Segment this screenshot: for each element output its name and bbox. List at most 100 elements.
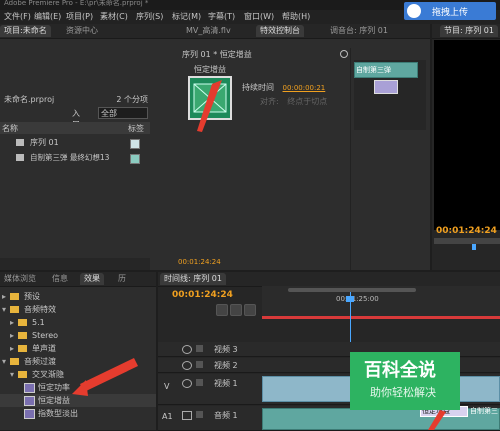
align-label: 对齐: <box>260 97 279 106</box>
tree-item-audio-effects[interactable]: ▾ 音频特效 <box>0 303 156 316</box>
collapse-icon[interactable] <box>340 50 348 58</box>
tab-history[interactable]: 历 <box>114 273 130 285</box>
tree-label: 指数型淡出 <box>38 409 78 418</box>
eye-icon[interactable] <box>182 345 192 354</box>
program-playhead-icon[interactable] <box>472 244 476 250</box>
app-title: Adobe Premiere Pro - E:\pr\未命名.prproj * <box>4 0 149 7</box>
watermark-title: 百科全说 <box>364 360 436 381</box>
folder-icon <box>18 332 27 339</box>
watermark: 百科全说 助你轻松解决 <box>350 352 460 410</box>
effect-mini-timeline: 自制第三弹 <box>354 60 426 130</box>
project-item[interactable]: 序列 01 <box>0 136 150 150</box>
col-name[interactable]: 名称 <box>2 123 18 134</box>
audio-transition-icon <box>24 383 35 393</box>
expand-arrow-icon: ▸ <box>10 331 15 340</box>
tab-program[interactable]: 节目: 序列 01 <box>440 25 498 37</box>
tab-info[interactable]: 信息 <box>48 273 72 285</box>
tree-item-constant-power[interactable]: 恒定功率 <box>0 381 156 394</box>
tree-item-presets[interactable]: ▸ 预设 <box>0 290 156 303</box>
project-tabbar: 项目:未命名 资源中心 <box>0 24 150 39</box>
watermark-subtitle: 助你轻松解决 <box>370 386 436 399</box>
work-area-bar[interactable] <box>262 316 500 319</box>
ruler-time-label: 00:01:25:00 <box>336 295 379 303</box>
transition-thumbnail[interactable] <box>188 76 232 120</box>
menu-project[interactable]: 项目(P) <box>66 11 93 22</box>
speaker-icon[interactable] <box>182 411 192 420</box>
mini-clip[interactable]: 自制第三弹 <box>354 62 418 78</box>
menu-edit[interactable]: 编辑(E) <box>34 11 61 22</box>
effects-tabbar: 媒体浏览 信息 效果 历 <box>0 272 156 287</box>
video-file-icon <box>16 154 24 161</box>
folder-icon <box>10 358 19 365</box>
effects-tree: ▸ 预设 ▾ 音频特效 ▸ 5.1 ▸ Stereo ▸ 单声道 ▾ 音频过渡 <box>0 290 156 430</box>
time-ruler[interactable]: 00:01:25:00 <box>262 286 500 319</box>
tab-source-clip[interactable]: MV_高清.flv <box>182 25 235 37</box>
menu-title[interactable]: 字幕(T) <box>208 11 235 22</box>
effect-bottom-timecode[interactable]: 00:01:24:24 <box>178 258 221 266</box>
marker-button[interactable] <box>230 304 242 316</box>
zoom-bar[interactable] <box>288 288 416 292</box>
lock-icon[interactable] <box>196 361 203 368</box>
tree-item-exponential-fade[interactable]: 指数型淡出 <box>0 407 156 420</box>
expand-arrow-icon: ▸ <box>10 344 15 353</box>
tab-audio-mixer[interactable]: 调音台: 序列 01 <box>326 25 392 37</box>
mini-transition-block[interactable] <box>374 80 398 94</box>
lock-icon[interactable] <box>196 411 203 418</box>
tree-item-stereo[interactable]: ▸ Stereo <box>0 329 156 342</box>
expand-arrow-icon: ▾ <box>2 305 7 314</box>
program-monitor: 节目: 序列 01 00:01:24:24 <box>432 24 500 270</box>
menu-window[interactable]: 窗口(W) <box>244 11 274 22</box>
menu-file[interactable]: 文件(F) <box>4 11 31 22</box>
tab-effects[interactable]: 效果 <box>80 273 104 285</box>
tree-label: 交叉渐隐 <box>32 370 64 379</box>
snap-button[interactable] <box>216 304 228 316</box>
tree-item-audio-transitions[interactable]: ▾ 音频过渡 <box>0 355 156 368</box>
eye-icon[interactable] <box>182 379 192 388</box>
tree-item-crossfade[interactable]: ▾ 交叉渐隐 <box>0 368 156 381</box>
project-list-header: 名称 标签 <box>0 122 150 134</box>
audio-transition-icon <box>24 409 35 419</box>
mini-clip-label: 自制第三弹 <box>356 66 391 74</box>
tree-item-constant-gain[interactable]: 恒定增益 <box>0 394 156 407</box>
lock-icon[interactable] <box>196 379 203 386</box>
lock-icon[interactable] <box>196 345 203 352</box>
tree-item-5-1[interactable]: ▸ 5.1 <box>0 316 156 329</box>
tree-label: 5.1 <box>32 318 45 327</box>
tree-label: Stereo <box>32 331 59 340</box>
folder-icon <box>18 345 27 352</box>
playhead-handle-icon[interactable] <box>346 296 354 302</box>
eye-icon[interactable] <box>182 361 192 370</box>
keyframe-button[interactable] <box>244 304 256 316</box>
entry-select[interactable]: 全部 <box>98 107 148 119</box>
tree-item-mono[interactable]: ▸ 单声道 <box>0 342 156 355</box>
menu-help[interactable]: 帮助(H) <box>282 11 310 22</box>
duration-value[interactable]: 00:00:00:21 <box>283 84 326 92</box>
tab-effect-controls[interactable]: 特效控制台 <box>256 25 304 37</box>
program-scrub-bar[interactable] <box>434 238 500 244</box>
tree-label: 恒定功率 <box>38 383 70 392</box>
label-swatch <box>130 154 140 164</box>
program-timecode[interactable]: 00:01:24:24 <box>436 226 497 236</box>
col-label[interactable]: 标签 <box>128 123 144 134</box>
project-toolbar <box>0 258 150 270</box>
expand-arrow-icon: ▾ <box>10 370 15 379</box>
project-item-name: 自制第三弹 最终幻想13 <box>30 153 110 162</box>
menu-clip[interactable]: 素材(C) <box>100 11 128 22</box>
project-panel: 项目:未命名 资源中心 未命名.prproj 2 个分项 入口: 全部 名称 标… <box>0 24 150 270</box>
align-select[interactable]: 终点于切点 <box>287 97 327 106</box>
menu-marker[interactable]: 标记(M) <box>172 11 201 22</box>
track-name: 视频 3 <box>214 345 238 354</box>
project-item[interactable]: 自制第三弹 最终幻想13 <box>0 151 150 165</box>
upload-button[interactable]: 拖拽上传 <box>404 2 496 20</box>
folder-icon <box>18 371 27 378</box>
tab-timeline[interactable]: 时间线: 序列 01 <box>160 273 226 285</box>
timeline-timecode[interactable]: 00:01:24:24 <box>172 290 233 300</box>
menu-sequence[interactable]: 序列(S) <box>136 11 163 22</box>
effect-divider <box>350 48 351 270</box>
tab-media-browser[interactable]: 媒体浏览 <box>0 273 40 285</box>
effect-tabbar: MV_高清.flv 特效控制台 调音台: 序列 01 <box>150 24 430 39</box>
align-row: 对齐: 终点于切点 <box>260 96 327 107</box>
tab-resource-center[interactable]: 资源中心 <box>62 25 102 37</box>
track-side-label: A1 <box>162 412 173 421</box>
tab-project[interactable]: 项目:未命名 <box>0 25 51 37</box>
